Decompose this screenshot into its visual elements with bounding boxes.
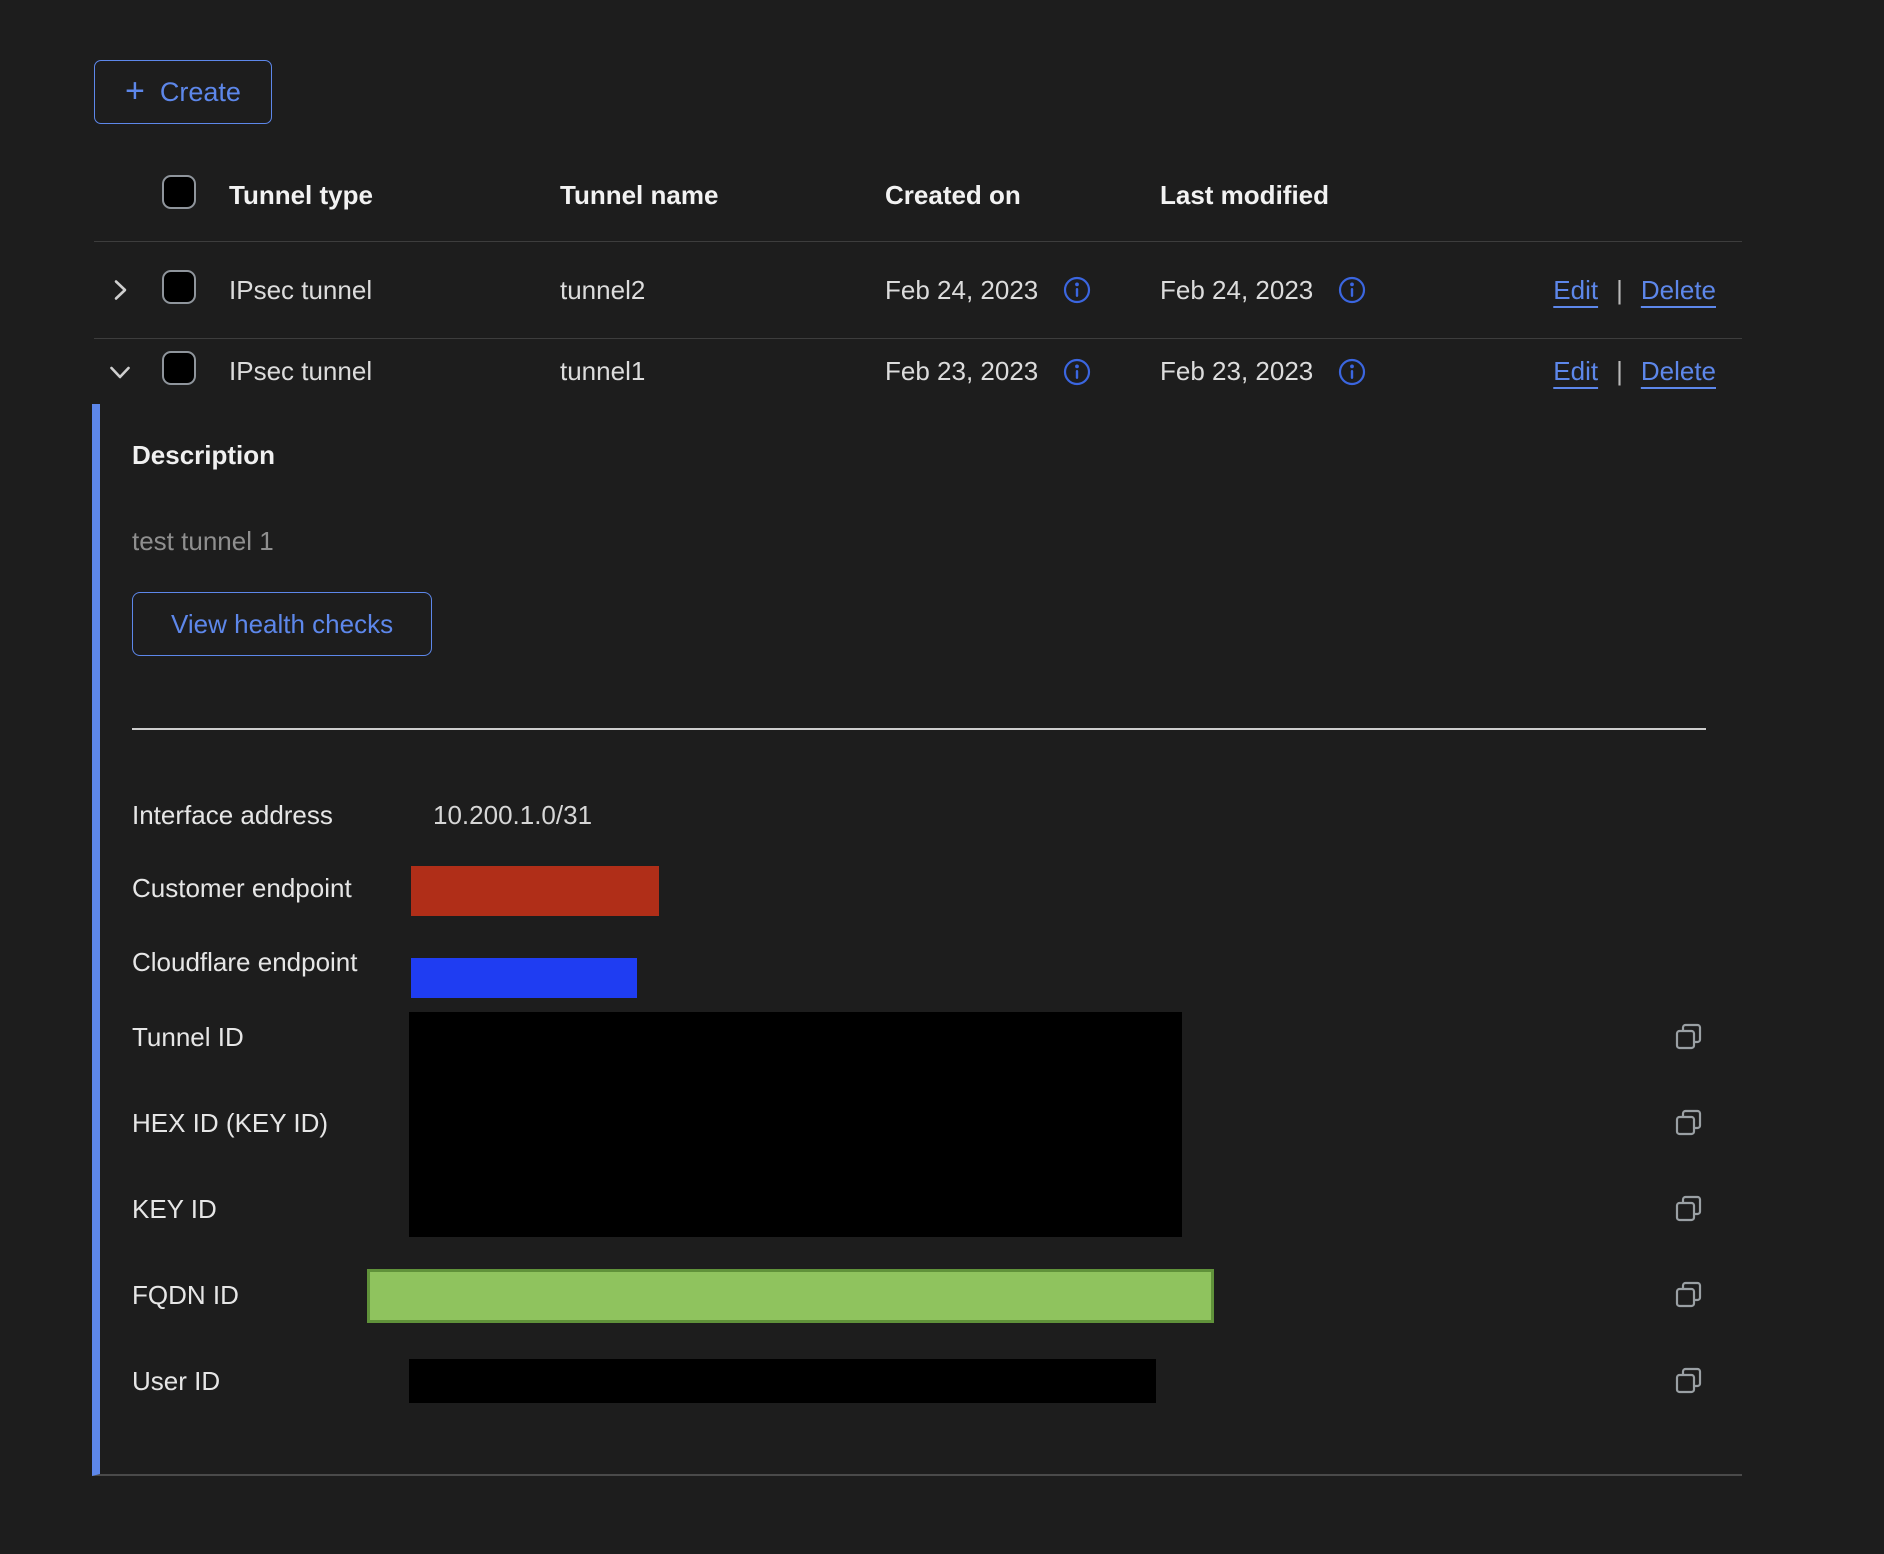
chevron-right-icon — [104, 274, 136, 306]
detail-label-customer-endpoint: Customer endpoint — [132, 873, 352, 903]
info-icon[interactable] — [1062, 357, 1092, 387]
info-icon[interactable] — [1062, 275, 1092, 305]
tunnel-name-cell: tunnel1 — [560, 356, 885, 387]
edit-link[interactable]: Edit — [1553, 275, 1598, 306]
info-icon[interactable] — [1337, 275, 1367, 305]
detail-label-cloudflare-endpoint: Cloudflare endpoint — [132, 947, 358, 977]
copy-hex-id-button[interactable] — [1672, 1106, 1706, 1140]
expand-row-button[interactable] — [104, 273, 138, 307]
tunnel-type-cell: IPsec tunnel — [229, 356, 560, 387]
collapse-row-button[interactable] — [104, 355, 138, 389]
tunnel-name-cell: tunnel2 — [560, 275, 885, 306]
last-modified-cell: Feb 24, 2023 — [1160, 275, 1313, 306]
row-checkbox[interactable] — [162, 270, 196, 304]
table-row: IPsec tunnel tunnel1 Feb 23, 2023 Feb 23… — [94, 339, 1742, 404]
interface-address-value: 10.200.1.0/31 — [433, 800, 592, 830]
copy-icon — [1672, 1364, 1706, 1398]
detail-label-interface-address: Interface address — [132, 800, 333, 830]
detail-label-hex-id: HEX ID (KEY ID) — [132, 1108, 328, 1138]
select-all-checkbox[interactable] — [162, 175, 196, 209]
last-modified-cell: Feb 23, 2023 — [1160, 356, 1313, 387]
copy-icon — [1672, 1106, 1706, 1140]
copy-icon — [1672, 1192, 1706, 1226]
row-checkbox[interactable] — [162, 351, 196, 385]
section-divider — [132, 728, 1706, 730]
copy-tunnel-id-button[interactable] — [1672, 1020, 1706, 1054]
column-header-created-on: Created on — [885, 180, 1160, 211]
info-icon[interactable] — [1337, 357, 1367, 387]
view-health-checks-button[interactable]: View health checks — [132, 592, 432, 656]
redacted-customer-endpoint-value — [411, 866, 659, 916]
chevron-down-icon — [104, 356, 136, 388]
description-heading: Description — [132, 440, 275, 471]
created-on-cell: Feb 23, 2023 — [885, 356, 1038, 387]
table-row: IPsec tunnel tunnel2 Feb 24, 2023 Feb 24… — [94, 242, 1742, 339]
description-text: test tunnel 1 — [132, 526, 274, 557]
redacted-fqdn-id-value — [367, 1269, 1214, 1323]
detail-label-fqdn-id: FQDN ID — [132, 1280, 239, 1310]
column-header-last-modified: Last modified — [1160, 180, 1540, 211]
delete-link[interactable]: Delete — [1641, 356, 1716, 387]
tunnel-type-cell: IPsec tunnel — [229, 275, 560, 306]
table-header-row: Tunnel type Tunnel name Created on Last … — [94, 150, 1742, 242]
column-header-tunnel-name: Tunnel name — [560, 180, 885, 211]
redacted-cloudflare-endpoint-value — [411, 958, 637, 998]
detail-label-tunnel-id: Tunnel ID — [132, 1022, 244, 1052]
create-button-label: Create — [160, 77, 241, 108]
redacted-ids-value-block — [409, 1012, 1182, 1237]
copy-fqdn-id-button[interactable] — [1672, 1278, 1706, 1312]
action-separator: | — [1616, 275, 1623, 306]
copy-icon — [1672, 1020, 1706, 1054]
edit-link[interactable]: Edit — [1553, 356, 1598, 387]
action-separator: | — [1616, 356, 1623, 387]
copy-user-id-button[interactable] — [1672, 1364, 1706, 1398]
plus-icon: + — [125, 74, 145, 108]
tunnels-table: Tunnel type Tunnel name Created on Last … — [94, 150, 1742, 1476]
detail-label-user-id: User ID — [132, 1366, 220, 1396]
expanded-row-panel: Description test tunnel 1 View health ch… — [92, 404, 1742, 1476]
column-header-tunnel-type: Tunnel type — [229, 180, 560, 211]
redacted-user-id-value — [409, 1359, 1156, 1403]
created-on-cell: Feb 24, 2023 — [885, 275, 1038, 306]
create-button[interactable]: + Create — [94, 60, 272, 124]
copy-icon — [1672, 1278, 1706, 1312]
copy-key-id-button[interactable] — [1672, 1192, 1706, 1226]
detail-label-key-id: KEY ID — [132, 1194, 217, 1224]
delete-link[interactable]: Delete — [1641, 275, 1716, 306]
